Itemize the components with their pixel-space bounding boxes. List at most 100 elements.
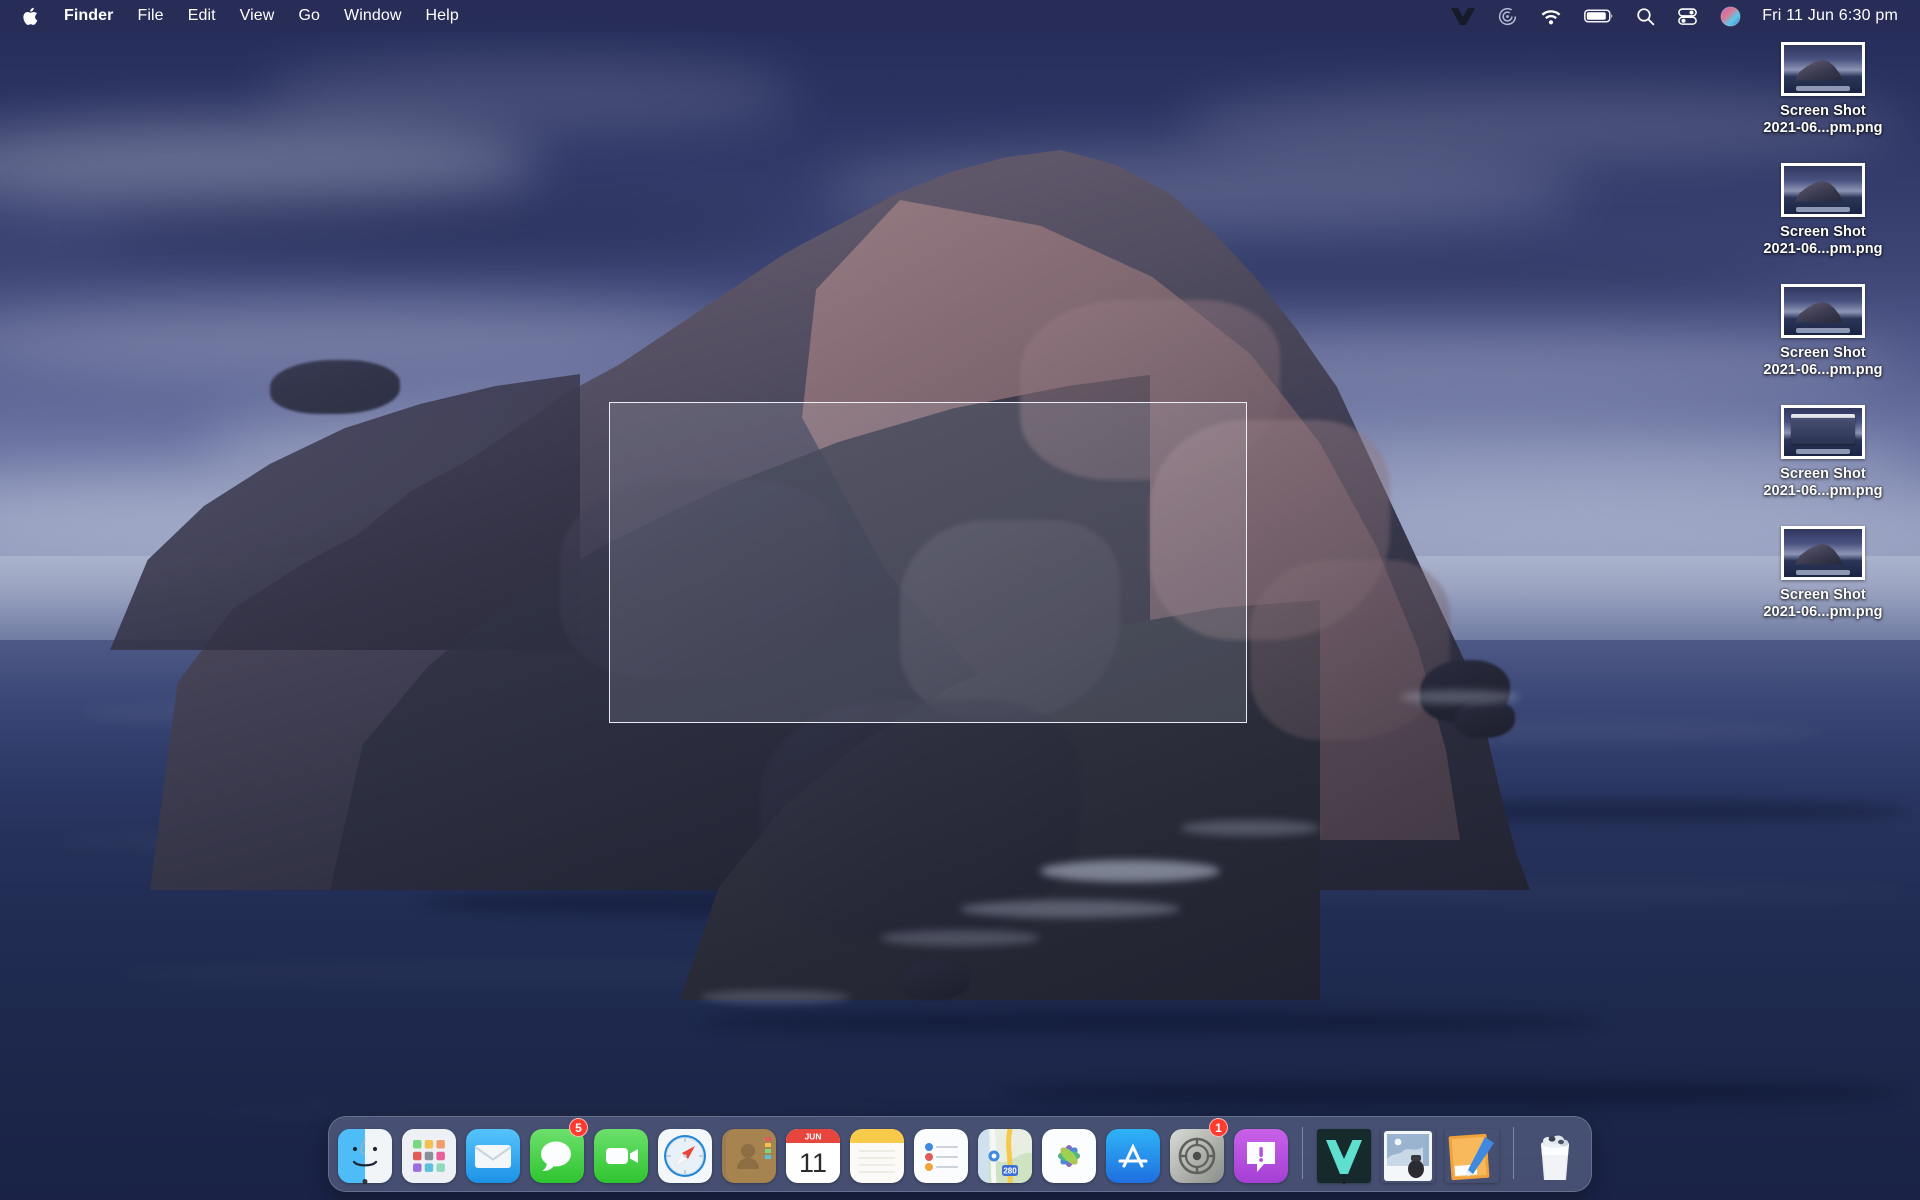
launchpad-icon xyxy=(402,1129,456,1183)
running-indicator xyxy=(1341,1179,1347,1184)
desktop-icon-label: Screen Shot 2021-06...pm.png xyxy=(1763,345,1883,378)
dock-item-vivaldi[interactable] xyxy=(1316,1121,1372,1184)
cloud xyxy=(100,200,800,260)
dock-item-maps[interactable]: 280 xyxy=(977,1121,1033,1183)
sea-rock xyxy=(900,960,970,1000)
desktop-icon-label: Screen Shot 2021-06...pm.png xyxy=(1763,466,1883,499)
control-center-icon[interactable] xyxy=(1666,0,1709,32)
svg-text:11: 11 xyxy=(799,1148,827,1178)
dock-item-facetime[interactable] xyxy=(593,1121,649,1183)
screenshot-thumbnail xyxy=(1781,163,1865,217)
wave xyxy=(700,1010,1600,1034)
dock: 5 JUN 11 280 1 xyxy=(328,1116,1592,1192)
dock-item-app-store[interactable] xyxy=(1105,1121,1161,1183)
screen-capture-selection-rectangle[interactable] xyxy=(609,402,1247,723)
vivaldi-icon xyxy=(1317,1129,1371,1183)
menu-item-view[interactable]: View xyxy=(228,0,287,32)
menu-item-edit[interactable]: Edit xyxy=(176,0,228,32)
cloud xyxy=(260,60,800,130)
screenshot-thumbnail xyxy=(1781,284,1865,338)
dock-item-launchpad[interactable] xyxy=(401,1121,457,1183)
desktop-icon-label: Screen Shot 2021-06...pm.png xyxy=(1763,103,1883,136)
dock-item-finder[interactable] xyxy=(337,1121,393,1184)
contacts-icon xyxy=(722,1129,776,1183)
dock-item-reminders[interactable] xyxy=(913,1121,969,1183)
desktop-screen: Screen Shot 2021-06...pm.png Screen Shot… xyxy=(0,0,1920,1200)
dock-item-feedback-assistant[interactable] xyxy=(1233,1121,1289,1183)
menu-item-file[interactable]: File xyxy=(126,0,176,32)
dock-container: 5 JUN 11 280 1 xyxy=(0,1116,1920,1192)
dock-item-safari[interactable] xyxy=(657,1121,713,1183)
reminders-icon xyxy=(914,1129,968,1183)
desktop-icon-grid: Screen Shot 2021-06...pm.png Screen Shot… xyxy=(1748,42,1898,621)
surf xyxy=(1180,820,1320,836)
dock-separator xyxy=(1513,1127,1514,1179)
calendar-month: JUN xyxy=(805,1131,822,1141)
menu-bar-status-area: Fri 11 Jun 6:30 pm xyxy=(1440,0,1920,32)
desktop-icon-screenshot-1[interactable]: Screen Shot 2021-06...pm.png xyxy=(1748,42,1898,137)
notes-icon xyxy=(850,1129,904,1183)
dock-item-system-preferences[interactable]: 1 xyxy=(1169,1118,1228,1183)
surf xyxy=(700,990,850,1004)
desktop-icon-screenshot-4[interactable]: Screen Shot 2021-06...pm.png xyxy=(1748,405,1898,500)
system-preferences-badge: 1 xyxy=(1209,1118,1228,1137)
search-icon[interactable] xyxy=(1625,0,1666,32)
menu-item-help[interactable]: Help xyxy=(414,0,471,32)
dock-separator xyxy=(1302,1127,1303,1179)
desktop-icon-label: Screen Shot 2021-06...pm.png xyxy=(1763,224,1883,257)
messages-badge: 5 xyxy=(569,1118,588,1137)
facetime-icon xyxy=(594,1129,648,1183)
siri-icon[interactable] xyxy=(1709,0,1752,32)
dock-item-notes[interactable] xyxy=(849,1121,905,1183)
wave xyxy=(1000,1080,1900,1106)
dock-item-preview[interactable] xyxy=(1380,1121,1436,1183)
spiral-sync-icon[interactable] xyxy=(1486,0,1529,32)
surf xyxy=(1040,860,1220,882)
menu-bar-left: Finder File Edit View Go Window Help xyxy=(0,0,471,32)
keynote-icon xyxy=(1445,1129,1499,1183)
dock-item-messages[interactable]: 5 xyxy=(529,1118,588,1183)
screenshot-thumbnail xyxy=(1781,42,1865,96)
screenshot-thumbnail xyxy=(1781,526,1865,580)
vivaldi-chevron-icon[interactable] xyxy=(1440,0,1486,32)
desktop-icon-screenshot-3[interactable]: Screen Shot 2021-06...pm.png xyxy=(1748,284,1898,379)
preview-icon xyxy=(1381,1129,1435,1183)
dock-item-photos[interactable] xyxy=(1041,1121,1097,1183)
sea-rock xyxy=(1455,700,1515,738)
app-store-icon xyxy=(1106,1129,1160,1183)
dock-item-trash[interactable] xyxy=(1527,1121,1583,1183)
safari-icon xyxy=(658,1129,712,1183)
calendar-icon: JUN 11 xyxy=(786,1129,840,1183)
desktop-icon-label: Screen Shot 2021-06...pm.png xyxy=(1763,587,1883,620)
dock-item-contacts[interactable] xyxy=(721,1121,777,1183)
finder-icon xyxy=(338,1129,392,1183)
wifi-icon[interactable] xyxy=(1529,0,1573,32)
surf xyxy=(960,900,1180,918)
menu-bar: Finder File Edit View Go Window Help Fri… xyxy=(0,0,1920,32)
surf xyxy=(880,930,1040,946)
photos-icon xyxy=(1042,1129,1096,1183)
surf xyxy=(1400,690,1520,704)
menu-item-finder[interactable]: Finder xyxy=(52,0,126,32)
messages-icon xyxy=(530,1129,584,1183)
mail-icon xyxy=(466,1129,520,1183)
screenshot-thumbnail xyxy=(1781,405,1865,459)
dock-item-calendar[interactable]: JUN 11 xyxy=(785,1121,841,1183)
menu-item-go[interactable]: Go xyxy=(286,0,332,32)
desktop-icon-screenshot-5[interactable]: Screen Shot 2021-06...pm.png xyxy=(1748,526,1898,621)
dock-item-mail[interactable] xyxy=(465,1121,521,1183)
dock-item-keynote[interactable] xyxy=(1444,1121,1500,1183)
maps-icon: 280 xyxy=(978,1129,1032,1183)
rock-face xyxy=(1250,560,1450,740)
running-indicator xyxy=(362,1179,368,1184)
menu-item-window[interactable]: Window xyxy=(332,0,414,32)
menu-bar-clock[interactable]: Fri 11 Jun 6:30 pm xyxy=(1752,7,1902,25)
trash-icon xyxy=(1528,1129,1582,1183)
battery-icon[interactable] xyxy=(1573,0,1625,32)
feedback-assistant-icon xyxy=(1234,1129,1288,1183)
sea-rock xyxy=(270,360,400,414)
svg-text:280: 280 xyxy=(1003,1167,1017,1176)
apple-logo-icon[interactable] xyxy=(16,0,52,32)
system-preferences-icon xyxy=(1170,1129,1224,1183)
desktop-icon-screenshot-2[interactable]: Screen Shot 2021-06...pm.png xyxy=(1748,163,1898,258)
